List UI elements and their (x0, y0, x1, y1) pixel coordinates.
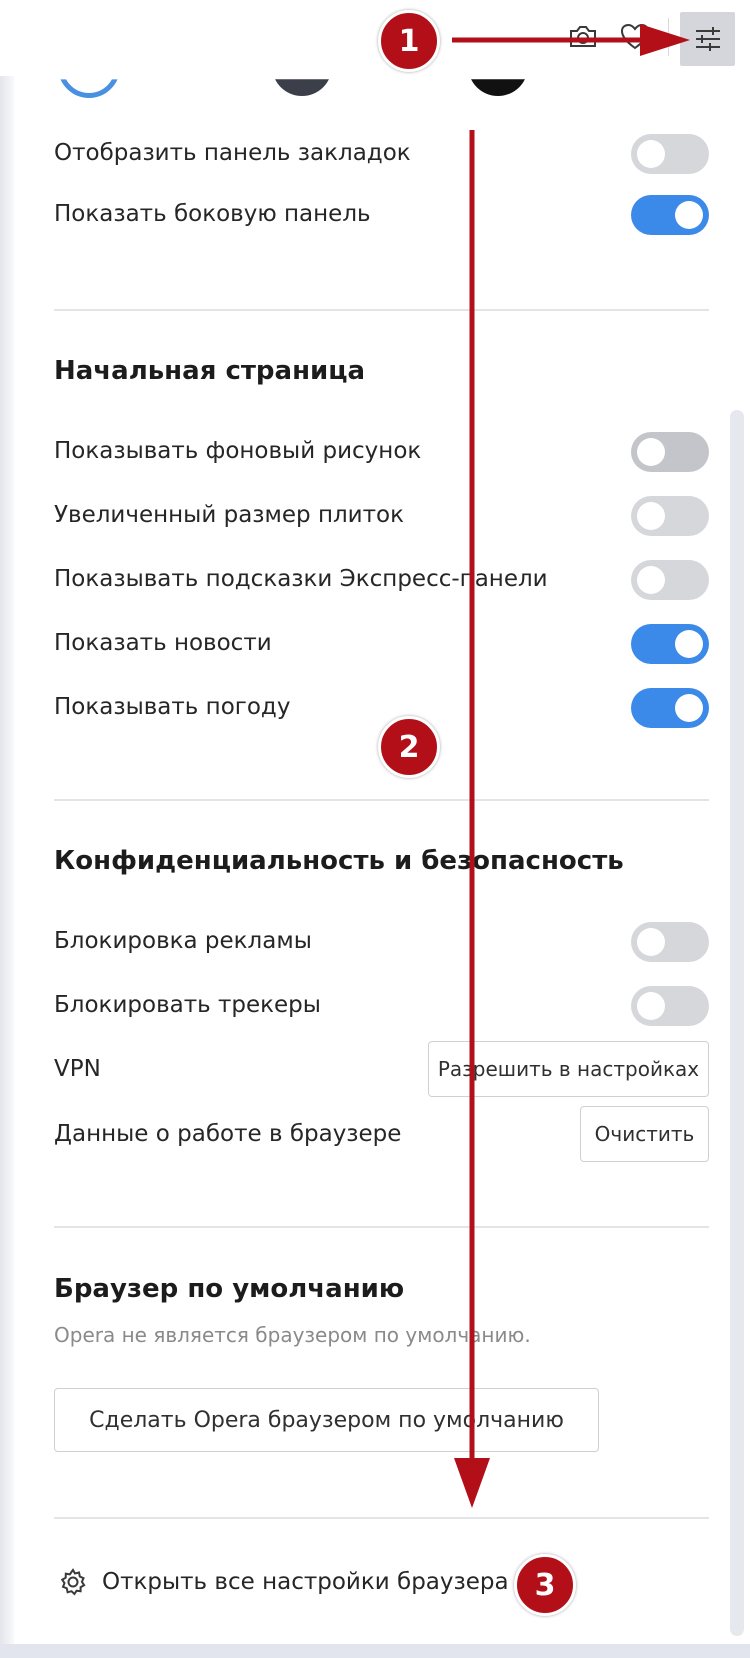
section-title-default-browser: Браузер по умолчанию (54, 1274, 405, 1304)
gear-icon (60, 1568, 86, 1596)
easy-setup-icon (696, 27, 720, 51)
toggle-ad-block[interactable] (631, 922, 709, 962)
toggle-bookmarks-bar[interactable] (631, 134, 709, 174)
toggle-sidebar[interactable] (631, 195, 709, 235)
toggle-knob (637, 502, 665, 530)
toggle-knob (675, 630, 703, 658)
toggle-speed-dial-hints[interactable] (631, 560, 709, 600)
panel-edge (0, 76, 14, 1646)
easy-setup-button[interactable] (680, 12, 735, 66)
divider (54, 1226, 709, 1228)
step-3-marker: 3 (514, 1554, 576, 1616)
default-browser-note: Opera не является браузером по умолчанию… (54, 1323, 531, 1347)
toggle-background[interactable] (631, 432, 709, 472)
toggle-knob (637, 438, 665, 466)
row-tracker-block: Блокировать трекеры (54, 981, 709, 1031)
row-label: Показывать подсказки Экспресс-панели (54, 566, 548, 592)
toolbar-separator (668, 18, 669, 56)
row-label: Показывать погоду (54, 694, 291, 720)
open-all-settings-label: Открыть все настройки браузера (102, 1569, 509, 1595)
toolbar (0, 0, 750, 77)
toggle-knob (637, 928, 665, 956)
toggle-knob (637, 140, 665, 168)
row-speed-dial-hints: Показывать подсказки Экспресс-панели (54, 555, 709, 605)
toggle-knob (637, 566, 665, 594)
row-label: Показать боковую панель (54, 201, 371, 227)
scrollbar[interactable] (730, 410, 744, 1636)
clear-data-button[interactable]: Очистить (580, 1106, 709, 1162)
toggle-large-tiles[interactable] (631, 496, 709, 536)
row-weather: Показывать погоду (54, 683, 709, 733)
vpn-label: VPN (54, 1056, 101, 1082)
row-label: Блокировать трекеры (54, 992, 321, 1018)
make-default-browser-button[interactable]: Сделать Opera браузером по умолчанию (54, 1388, 599, 1452)
row-label: Увеличенный размер плиток (54, 502, 404, 528)
row-sidebar: Показать боковую панель (54, 190, 709, 240)
row-ad-block: Блокировка рекламы (54, 917, 709, 967)
camera-icon[interactable] (566, 20, 600, 54)
heart-icon[interactable] (618, 20, 652, 54)
step-1-marker: 1 (378, 10, 440, 72)
divider (54, 1517, 709, 1519)
section-title-start-page: Начальная страница (54, 356, 366, 386)
toggle-knob (675, 201, 703, 229)
toggle-news[interactable] (631, 624, 709, 664)
row-label: Блокировка рекламы (54, 928, 312, 954)
open-all-settings-link[interactable]: Открыть все настройки браузера (58, 1560, 509, 1604)
row-news: Показать новости (54, 619, 709, 669)
divider (54, 799, 709, 801)
browsing-data-label: Данные о работе в браузере (54, 1121, 402, 1147)
row-label: Показывать фоновый рисунок (54, 438, 422, 464)
toggle-tracker-block[interactable] (631, 986, 709, 1026)
step-2-marker: 2 (378, 716, 440, 778)
section-title-privacy: Конфиденциальность и безопасность (54, 846, 624, 876)
row-background: Показывать фоновый рисунок (54, 427, 709, 477)
row-label: Показать новости (54, 630, 272, 656)
toggle-knob (637, 992, 665, 1020)
row-bookmarks-bar: Отобразить панель закладок (54, 129, 709, 179)
window-bottom-edge (0, 1644, 750, 1658)
row-large-tiles: Увеличенный размер плиток (54, 491, 709, 541)
row-label: Отобразить панель закладок (54, 140, 411, 166)
toggle-knob (675, 694, 703, 722)
vpn-enable-button[interactable]: Разрешить в настройках (428, 1041, 709, 1097)
divider (54, 309, 709, 311)
toggle-weather[interactable] (631, 688, 709, 728)
